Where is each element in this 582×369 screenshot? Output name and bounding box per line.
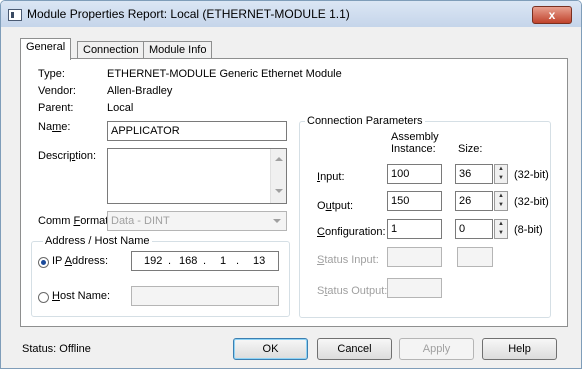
ip-address-label: IP Address: xyxy=(52,255,109,267)
input-size-stepper[interactable]: ▲ ▼ xyxy=(494,164,508,184)
ip-octet-1: 192 xyxy=(144,255,163,267)
input-instance-field[interactable]: 100 xyxy=(387,164,442,184)
status-output-instance-field[interactable] xyxy=(387,278,442,298)
assembly-column-header: Assembly xyxy=(391,131,439,143)
input-label: Input: xyxy=(317,171,345,183)
connection-parameters-title: Connection Parameters xyxy=(305,115,425,127)
description-input[interactable] xyxy=(107,148,287,204)
arrow-up-icon[interactable]: ▲ xyxy=(495,165,507,174)
configuration-instance-field[interactable]: 1 xyxy=(387,219,442,239)
chevron-down-icon xyxy=(273,219,281,223)
output-size-unit: (32-bit) xyxy=(514,196,549,208)
description-scrollbar[interactable] xyxy=(270,149,286,203)
name-input[interactable]: APPLICATOR xyxy=(107,121,287,141)
arrow-down-icon[interactable]: ▼ xyxy=(495,201,507,210)
parent-label: Parent: xyxy=(38,102,74,114)
address-group-title: Address / Host Name xyxy=(43,235,152,247)
status-input-size-field[interactable] xyxy=(457,247,493,267)
arrow-up-icon[interactable]: ▲ xyxy=(495,192,507,201)
comm-format-label: Comm Format: xyxy=(38,215,112,227)
tab-general[interactable]: General xyxy=(20,38,72,60)
window-icon xyxy=(8,9,22,21)
output-instance-field[interactable]: 150 xyxy=(387,191,442,211)
host-name-input[interactable] xyxy=(131,286,279,306)
input-size-field[interactable]: 36 xyxy=(455,164,493,184)
host-name-radio[interactable] xyxy=(38,292,49,303)
scroll-up-icon[interactable] xyxy=(275,157,283,161)
parent-value: Local xyxy=(107,102,134,114)
title-bar[interactable]: Module Properties Report: Local (ETHERNE… xyxy=(1,1,581,27)
type-value: ETHERNET-MODULE Generic Ethernet Module xyxy=(107,68,342,80)
help-button[interactable]: Help xyxy=(482,338,557,360)
configuration-size-unit: (8-bit) xyxy=(514,224,543,236)
tab-label: Connection xyxy=(83,44,139,56)
comm-format-select[interactable]: Data - DINT xyxy=(107,211,287,231)
status-input-label: Status Input: xyxy=(317,254,379,266)
ip-octet-4: 13 xyxy=(253,255,266,267)
input-size-unit: (32-bit) xyxy=(514,169,549,181)
name-label: Name: xyxy=(38,121,71,133)
description-label: Description: xyxy=(38,150,97,162)
close-button[interactable]: x xyxy=(532,6,572,24)
ip-address-radio[interactable] xyxy=(38,257,49,268)
type-label: Type: xyxy=(38,68,65,80)
tab-label: Module Info xyxy=(149,44,207,56)
host-name-label: Host Name: xyxy=(52,290,111,302)
status-input-instance-field[interactable] xyxy=(387,247,442,267)
output-size-stepper[interactable]: ▲ ▼ xyxy=(494,191,508,211)
size-column-header: Size: xyxy=(458,143,483,155)
configuration-size-field[interactable]: 0 xyxy=(455,219,493,239)
output-size-field[interactable]: 26 xyxy=(455,191,493,211)
arrow-up-icon[interactable]: ▲ xyxy=(495,220,507,229)
cancel-button[interactable]: Cancel xyxy=(317,338,392,360)
scroll-down-icon[interactable] xyxy=(275,189,283,193)
comm-format-value: Data - DINT xyxy=(111,215,170,227)
tab-connection[interactable]: Connection xyxy=(77,41,145,59)
ip-address-input[interactable]: 192 . 168 . 1 . 13 xyxy=(131,251,279,271)
ok-button[interactable]: OK xyxy=(233,338,308,360)
ip-dot: . xyxy=(203,255,207,267)
tab-label: General xyxy=(26,41,66,53)
status-text: Status: Offline xyxy=(22,343,91,355)
ip-octet-3: 1 xyxy=(220,255,227,267)
dialog-window: Module Properties Report: Local (ETHERNE… xyxy=(0,0,582,369)
ip-dot: . xyxy=(168,255,172,267)
vendor-label: Vendor: xyxy=(38,85,76,97)
close-icon: x xyxy=(548,8,556,22)
configuration-label: Configuration: xyxy=(317,226,386,238)
apply-button[interactable]: Apply xyxy=(399,338,474,360)
ip-octet-2: 168 xyxy=(179,255,198,267)
tab-module-info[interactable]: Module Info xyxy=(143,41,213,59)
configuration-size-stepper[interactable]: ▲ ▼ xyxy=(494,219,508,239)
arrow-down-icon[interactable]: ▼ xyxy=(495,174,507,183)
output-label: Output: xyxy=(317,200,354,212)
status-output-label: Status Output: xyxy=(317,285,388,297)
instance-column-header: Instance: xyxy=(391,143,436,155)
ip-dot: . xyxy=(236,255,240,267)
window-title: Module Properties Report: Local (ETHERNE… xyxy=(27,7,350,21)
arrow-down-icon[interactable]: ▼ xyxy=(495,229,507,238)
vendor-value: Allen-Bradley xyxy=(107,85,173,97)
